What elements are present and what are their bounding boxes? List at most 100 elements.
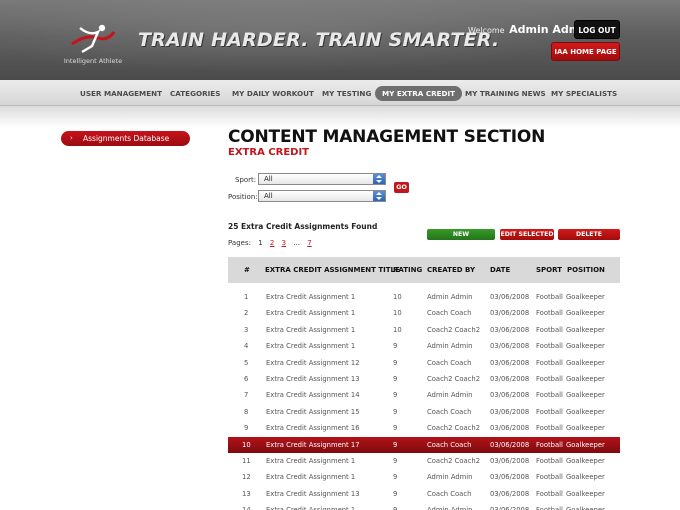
row-date: 03/06/2008 (490, 375, 530, 383)
table-row[interactable]: 1 Extra Credit Assignment 1 10 Admin Admin 0… (228, 289, 620, 305)
table-row[interactable]: 7 Extra Credit Assignment 14 9 Admin Admin 0… (228, 387, 620, 403)
page-link[interactable]: 7 (307, 239, 311, 247)
table-row[interactable]: 14 Extra Credit Assignment 1 9 Admin Admin 0… (228, 502, 620, 510)
row-sport: Football (536, 457, 563, 465)
table-row[interactable]: 11 Extra Credit Assignment 1 9 Coach2 Coach… (228, 453, 620, 469)
column-header-number[interactable]: # (244, 257, 250, 283)
row-title: Extra Credit Assignment 17 (266, 440, 360, 449)
sport-select-value: All (264, 175, 273, 183)
row-position: Goalkeeper (566, 440, 605, 449)
row-rating: 9 (393, 440, 398, 449)
row-sport: Football (536, 309, 563, 318)
row-date: 03/06/2008 (490, 473, 530, 482)
row-title: Extra Credit Assignment 1 (266, 502, 355, 510)
row-rating: 9 (393, 489, 398, 498)
column-header-date[interactable]: DATE (490, 257, 510, 283)
row-rating: 9 (393, 391, 398, 400)
nav-item-my-training-news[interactable]: MY TRAINING NEWS (465, 86, 546, 101)
row-rating: 9 (393, 502, 397, 510)
row-title: Extra Credit Assignment 1 (266, 309, 356, 318)
row-number: 1 (244, 293, 249, 301)
pages-label: Pages: (228, 239, 251, 247)
row-sport: Football (536, 473, 563, 482)
main-nav: USER MANAGEMENT CATEGORIES MY DAILY WORK… (0, 80, 680, 106)
row-created-by: Coach Coach (427, 407, 472, 416)
home-page-button[interactable]: IAA HOME PAGE (551, 42, 620, 61)
table-row[interactable]: 3 Extra Credit Assignment 1 10 Coach2 Coach… (228, 322, 620, 338)
table-row[interactable]: 13 Extra Credit Assignment 13 9 Coach Coach… (228, 486, 620, 502)
row-title: Extra Credit Assignment 12 (266, 358, 360, 367)
row-sport: Football (536, 358, 563, 367)
row-title: Extra Credit Assignment 1 (266, 293, 356, 301)
row-rating: 9 (393, 358, 398, 367)
row-number: 3 (244, 325, 249, 334)
table-row[interactable]: 10 Extra Credit Assignment 17 9 Coach Coach… (228, 436, 620, 453)
row-title: Extra Credit Assignment 1 (266, 325, 356, 334)
nav-item-my-daily-workout[interactable]: MY DAILY WORKOUT (232, 86, 314, 101)
table-row[interactable]: 4 Extra Credit Assignment 1 9 Admin Admin 03… (228, 338, 620, 354)
row-position: Goalkeeper (566, 489, 605, 498)
new-assignments-button[interactable]: NEW ASSIGNMENTS (427, 229, 495, 249)
go-button[interactable]: GO (394, 182, 409, 193)
row-position: Goalkeeper (566, 473, 605, 482)
row-created-by: Coach2 Coach2 (427, 424, 481, 433)
nav-item-my-testing[interactable]: MY TESTING (322, 86, 371, 101)
select-arrows-icon (373, 191, 385, 201)
table-row[interactable]: 2 Extra Credit Assignment 1 10 Coach Coach 0… (228, 305, 620, 321)
table-row[interactable]: 6 Extra Credit Assignment 13 9 Coach2 Coach… (228, 371, 620, 387)
sidebar-item-assignments-database[interactable]: › Assignments Database (61, 131, 190, 146)
delete-selected-button[interactable]: DELETE SELECTED (558, 229, 620, 249)
row-created-by: Admin Admin (427, 473, 473, 482)
table-row[interactable]: 12 Extra Credit Assignment 1 9 Admin Admin 0… (228, 469, 620, 485)
row-number: 11 (242, 457, 251, 465)
column-header-position[interactable]: POSITION (567, 257, 605, 283)
nav-item-user-management[interactable]: USER MANAGEMENT (80, 86, 162, 101)
arrow-right-icon: › (70, 134, 73, 142)
row-date: 03/06/2008 (490, 358, 530, 367)
row-created-by: Admin Admin (427, 391, 473, 400)
nav-item-categories[interactable]: CATEGORIES (170, 86, 220, 101)
column-header-sport[interactable]: SPORT (536, 257, 562, 283)
row-date: 03/06/2008 (490, 457, 530, 465)
row-rating: 9 (393, 375, 398, 383)
row-date: 03/06/2008 (490, 440, 530, 449)
edit-selected-button[interactable]: EDIT SELECTED (500, 229, 554, 240)
row-rating: 9 (393, 407, 398, 416)
nav-item-my-specialists[interactable]: MY SPECIALISTS (551, 86, 617, 101)
row-rating: 9 (393, 473, 398, 482)
row-sport: Football (536, 407, 563, 416)
table-row[interactable]: 9 Extra Credit Assignment 16 9 Coach2 Coach… (228, 420, 620, 436)
sidebar-item-label: Assignments Database (83, 134, 170, 143)
row-created-by: Admin Admin (427, 293, 473, 301)
logo[interactable]: Intelligent Athlete (58, 22, 128, 70)
row-number: 8 (244, 407, 249, 416)
row-created-by: Coach Coach (427, 358, 472, 367)
column-header-title[interactable]: EXTRA CREDIT ASSIGNMENT TITLE (265, 257, 400, 283)
pagination: Pages: 1 2 3 ... 7 (228, 239, 317, 247)
row-position: Goalkeeper (566, 391, 605, 400)
row-date: 03/06/2008 (490, 407, 530, 416)
page-link[interactable]: 3 (282, 239, 286, 247)
row-created-by: Admin Admin (427, 502, 472, 510)
sport-label: Sport: (235, 176, 257, 184)
row-number: 4 (244, 342, 249, 351)
results-count: 25 Extra Credit Assignments Found (228, 222, 378, 231)
page-link[interactable]: 2 (270, 239, 274, 247)
page-current: 1 (258, 239, 263, 247)
site-header: Intelligent Athlete TRAIN HARDER. TRAIN … (0, 0, 680, 80)
logo-text: Intelligent Athlete (63, 57, 123, 65)
row-number: 6 (244, 375, 249, 383)
table-row[interactable]: 5 Extra Credit Assignment 12 9 Coach Coach 0… (228, 355, 620, 371)
row-rating: 9 (393, 342, 398, 351)
column-header-rating[interactable]: RATING (393, 257, 422, 283)
row-date: 03/06/2008 (490, 489, 530, 498)
nav-item-my-extra-credit[interactable]: MY EXTRA CREDIT (375, 86, 463, 101)
column-header-created-by[interactable]: CREATED BY (427, 257, 475, 283)
row-number: 12 (242, 473, 251, 482)
position-select[interactable]: All (258, 190, 386, 202)
sport-select[interactable]: All (258, 173, 386, 185)
table-row[interactable]: 8 Extra Credit Assignment 15 9 Coach Coach 0… (228, 404, 620, 420)
logout-button[interactable]: LOG OUT (574, 20, 620, 39)
row-sport: Football (536, 293, 563, 301)
row-number: 10 (242, 440, 251, 449)
